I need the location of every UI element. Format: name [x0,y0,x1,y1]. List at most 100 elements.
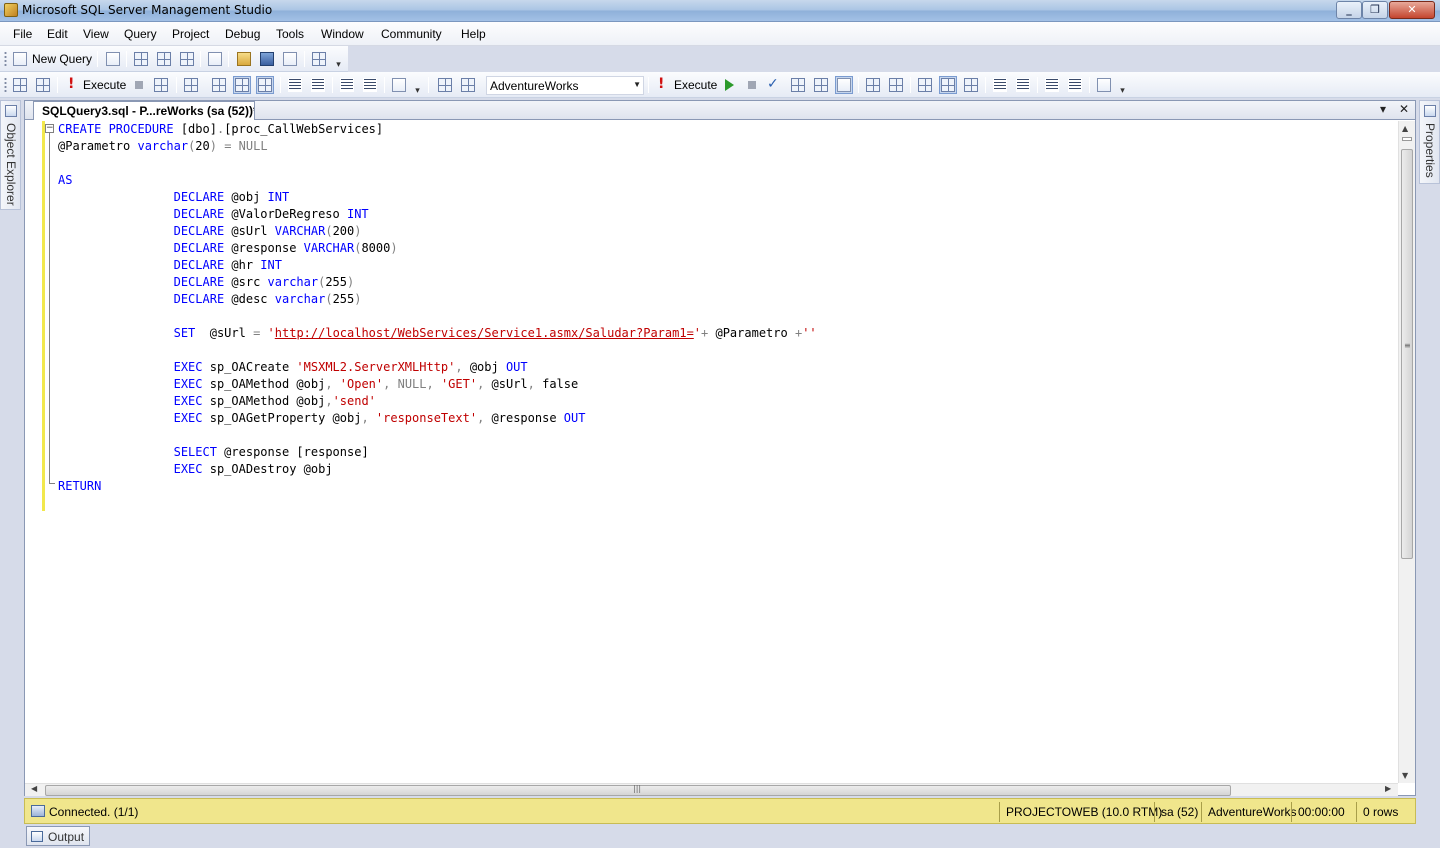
open-file-icon[interactable] [235,50,253,68]
code-text[interactable]: CREATE PROCEDURE [dbo].[proc_CallWebServ… [58,121,1388,495]
specify-values-icon[interactable] [390,76,408,94]
menu-edit[interactable]: Edit [47,27,68,41]
code-line[interactable]: DECLARE @obj INT [58,189,1388,206]
client-stats-icon[interactable] [887,76,905,94]
code-line[interactable] [58,427,1388,444]
menu-window[interactable]: Window [321,27,364,41]
available-databases-dropdown[interactable]: AdventureWorks ▼ [486,76,644,95]
debug-play-icon[interactable] [725,79,734,91]
include-plan2-icon[interactable] [864,76,882,94]
comment2-icon[interactable] [991,76,1009,94]
toolbar-overflow-icon[interactable]: ▾ [1117,76,1128,96]
display-plan2-icon[interactable] [789,76,807,94]
database-engine-query-icon[interactable] [132,50,150,68]
menu-tools[interactable]: Tools [276,27,304,41]
analysis-query-icon[interactable] [155,50,173,68]
close-window-button[interactable]: ✕ [1389,1,1435,19]
query-editor[interactable]: − CREATE PROCEDURE [dbo].[proc_CallWebSe… [25,121,1398,783]
menu-query[interactable]: Query [124,27,157,41]
code-line[interactable]: DECLARE @hr INT [58,257,1388,274]
increase-indent-icon[interactable] [361,76,379,94]
uncomment2-icon[interactable] [1014,76,1032,94]
print-icon[interactable] [281,50,299,68]
decrease-indent2-icon[interactable] [1043,76,1061,94]
results-to-grid2-icon[interactable] [939,76,957,94]
activity-monitor-icon[interactable] [310,50,328,68]
increase-indent2-icon[interactable] [1066,76,1084,94]
scroll-right-icon[interactable]: ▶ [1385,784,1391,793]
execute2-button[interactable]: Execute [674,78,717,92]
intellisense-icon[interactable] [835,76,853,94]
parse-check-icon[interactable]: ✓ [767,76,779,92]
new-query-button[interactable]: New Query [32,52,92,66]
editor-splitter[interactable] [1402,137,1412,141]
execute-button[interactable]: Execute [83,78,126,92]
close-document-icon[interactable]: ✕ [1399,102,1409,116]
scroll-left-icon[interactable]: ◀ [31,784,37,793]
results-to-grid-icon[interactable] [256,76,274,94]
code-line[interactable]: DECLARE @src varchar(255) [58,274,1388,291]
results-to-file-icon[interactable] [962,76,980,94]
vertical-scroll-thumb[interactable] [1401,149,1413,559]
code-line[interactable]: DECLARE @response VARCHAR(8000) [58,240,1388,257]
decrease-indent-icon[interactable] [338,76,356,94]
display-plan-icon[interactable] [182,76,200,94]
new-file-icon[interactable] [104,50,122,68]
code-line[interactable] [58,308,1388,325]
scroll-down-icon[interactable]: ▼ [1402,771,1408,780]
comment-icon[interactable] [286,76,304,94]
execute-icon[interactable]: ! [68,76,74,92]
code-line[interactable]: EXEC sp_OACreate 'MSXML2.ServerXMLHttp',… [58,359,1388,376]
query-options-icon[interactable] [233,76,251,94]
connect-icon[interactable] [11,76,29,94]
properties-pane[interactable]: Properties [1419,100,1440,184]
toolbar-overflow-icon[interactable]: ▾ [333,50,344,70]
menu-view[interactable]: View [83,27,109,41]
menu-help[interactable]: Help [461,27,486,41]
code-line[interactable]: EXEC sp_OADestroy @obj [58,461,1388,478]
code-line[interactable] [58,155,1388,172]
menu-debug[interactable]: Debug [225,27,260,41]
tab-sqlquery3[interactable]: SQLQuery3.sql - P...reWorks (sa (52))* [33,101,255,120]
toolbar-overflow-icon[interactable]: ▾ [412,76,423,96]
menu-community[interactable]: Community [381,27,442,41]
code-line[interactable]: @Parametro varchar(20) = NULL [58,138,1388,155]
query-designer-icon[interactable] [812,76,830,94]
cancel-query-icon[interactable] [135,81,143,89]
code-line[interactable]: CREATE PROCEDURE [dbo].[proc_CallWebServ… [58,121,1388,138]
code-line[interactable]: DECLARE @ValorDeRegreso INT [58,206,1388,223]
code-line[interactable]: EXEC sp_OAMethod @obj, 'Open', NULL, 'GE… [58,376,1388,393]
code-line[interactable] [58,342,1388,359]
save-icon[interactable] [258,50,276,68]
execute2-icon[interactable]: ! [658,76,664,92]
uncomment-icon[interactable] [309,76,327,94]
scroll-up-icon[interactable]: ▲ [1402,124,1408,133]
code-line[interactable]: EXEC sp_OAMethod @obj,'send' [58,393,1388,410]
code-line[interactable]: SELECT @response [response] [58,444,1388,461]
code-line[interactable]: DECLARE @sUrl VARCHAR(200) [58,223,1388,240]
change-connection2-icon[interactable] [459,76,477,94]
toolbar-grip[interactable] [4,77,7,93]
horizontal-scrollbar[interactable]: ◀ ||| ▶ [25,783,1398,796]
code-line[interactable]: DECLARE @desc varchar(255) [58,291,1388,308]
code-line[interactable]: EXEC sp_OAGetProperty @obj, 'responseTex… [58,410,1388,427]
collapse-icon[interactable]: − [45,124,54,133]
object-explorer-pane[interactable]: Object Explorer [0,100,21,210]
vertical-scrollbar[interactable]: ▲ ≡ ▼ [1398,121,1415,783]
parse-icon[interactable] [152,76,170,94]
minimize-button[interactable]: _ [1336,1,1362,19]
code-line[interactable]: AS [58,172,1388,189]
results-to-text-icon[interactable] [916,76,934,94]
specify-values2-icon[interactable] [1095,76,1113,94]
tab-list-chevron-icon[interactable]: ▾ [1380,102,1386,116]
menu-project[interactable]: Project [172,27,209,41]
cancel-query2-icon[interactable] [748,81,756,89]
xmla-query-icon[interactable] [178,50,196,68]
maximize-button[interactable]: ❐ [1362,1,1388,19]
tab-output[interactable]: Output [26,826,90,846]
new-query-icon[interactable] [11,50,29,68]
change-connection-icon[interactable] [34,76,52,94]
menu-file[interactable]: File [13,27,32,41]
code-line[interactable]: RETURN [58,478,1388,495]
toolbar-grip[interactable] [4,51,7,67]
